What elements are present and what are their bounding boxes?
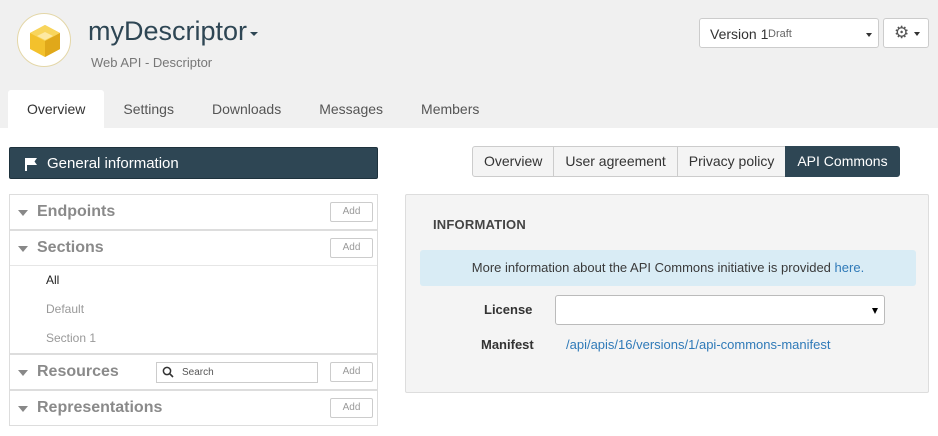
general-information-button[interactable]: General information [9,147,378,179]
section-item-section-1[interactable]: Section 1 [10,324,377,353]
license-select[interactable] [555,295,885,325]
tab-messages[interactable]: Messages [300,90,402,128]
version-label: Version 1 [710,26,769,42]
version-select[interactable]: Version 1 Draft [699,18,879,48]
chevron-down-icon [914,32,920,36]
section-item-all[interactable]: All [10,266,377,295]
sections-title: Sections [37,239,104,256]
gear-icon: ⚙ [894,23,910,42]
sections-panel: Sections Add All Default Section 1 [9,230,378,354]
representations-title: Representations [37,399,163,416]
subtab-api-commons[interactable]: API Commons [785,146,900,177]
app-logo [17,13,71,67]
info-alert: More information about the API Commons i… [420,250,916,286]
resource-search[interactable] [156,362,318,383]
sections-list: All Default Section 1 [10,265,377,353]
version-status: Draft [768,28,792,40]
resources-header[interactable]: Resources Add [10,355,377,389]
license-label: License [484,302,533,317]
caret-down-icon[interactable] [18,210,28,216]
caret-down-icon [872,308,878,314]
add-section-button[interactable]: Add [330,238,373,258]
main-tabs: Overview Settings Downloads Messages Mem… [8,90,498,128]
endpoints-header[interactable]: Endpoints Add [10,195,377,229]
caret-down-icon[interactable] [18,406,28,412]
add-resource-button[interactable]: Add [330,362,373,382]
manifest-link[interactable]: /api/apis/16/versions/1/api-commons-mani… [566,337,830,352]
endpoints-panel: Endpoints Add [9,194,378,230]
add-representation-button[interactable]: Add [330,398,373,418]
resources-panel: Resources Add [9,354,378,390]
app-title[interactable]: myDescriptor [88,16,247,47]
title-dropdown-caret-icon[interactable] [250,32,258,36]
resources-title: Resources [37,363,119,380]
subtab-user-agreement[interactable]: User agreement [553,146,678,177]
manifest-label: Manifest [481,337,534,352]
flag-icon [25,158,37,171]
tab-settings[interactable]: Settings [104,90,193,128]
representations-panel: Representations Add [9,390,378,426]
settings-menu-button[interactable]: ⚙ [883,18,929,48]
info-alert-link[interactable]: here. [835,260,865,275]
tab-members[interactable]: Members [402,90,498,128]
section-item-default[interactable]: Default [10,295,377,324]
caret-down-icon[interactable] [18,246,28,252]
information-heading: INFORMATION [433,217,526,232]
info-alert-text: More information about the API Commons i… [471,260,831,275]
app-header: myDescriptor Web API - Descriptor Versio… [0,0,938,128]
information-panel: INFORMATION More information about the A… [405,194,929,393]
search-icon [162,366,174,378]
general-information-label: General information [47,155,179,172]
chevron-down-icon [866,33,872,37]
caret-down-icon[interactable] [18,370,28,376]
endpoints-title: Endpoints [37,203,116,220]
representations-header[interactable]: Representations Add [10,391,377,425]
resource-search-input[interactable] [182,365,312,380]
tab-overview[interactable]: Overview [8,90,105,128]
sections-header[interactable]: Sections Add [10,231,377,265]
subtab-privacy-policy[interactable]: Privacy policy [676,146,787,177]
hexagon-cube-icon [30,25,60,57]
tab-downloads[interactable]: Downloads [193,90,300,128]
subtab-overview[interactable]: Overview [472,146,555,177]
app-subtitle: Web API - Descriptor [91,55,213,70]
content-tabs: Overview User agreement Privacy policy A… [472,146,900,177]
add-endpoint-button[interactable]: Add [330,202,373,222]
